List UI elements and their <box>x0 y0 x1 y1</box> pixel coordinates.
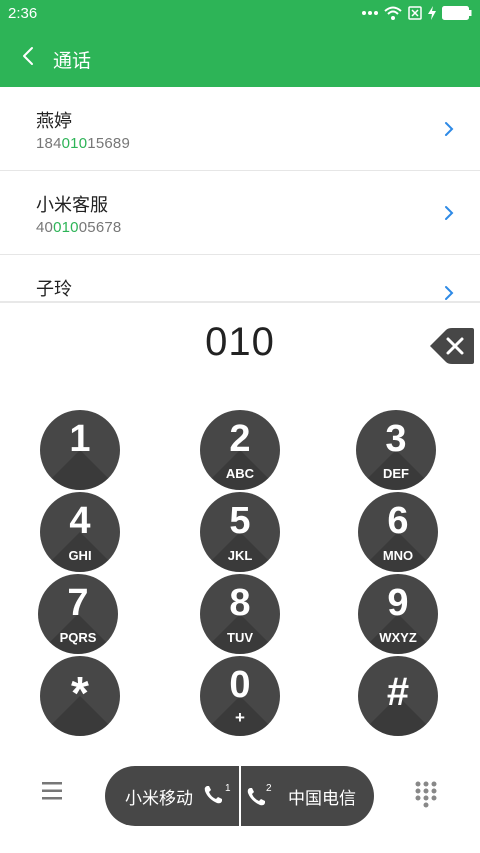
dialpad-icon <box>414 781 438 814</box>
key-digit: # <box>386 670 410 714</box>
key-digit: 8 <box>229 582 251 624</box>
contact-suggestion-list: 燕婷 18401015689 小米客服 4001005678 子玲 <box>0 87 480 301</box>
key-letters: MNO <box>382 548 414 563</box>
bottom-bar: 小米移动 1 2 中国电信 <box>0 760 480 832</box>
more-dots-icon <box>362 10 378 16</box>
key-star[interactable]: * <box>40 656 120 736</box>
key-8[interactable]: 8 TUV <box>200 574 280 654</box>
dialpad-toggle-button[interactable] <box>414 780 442 812</box>
key-letters: WXYZ <box>379 630 417 645</box>
key-letters: TUV <box>227 630 253 645</box>
contact-number: 4001005678 <box>36 219 121 236</box>
dialed-number-field[interactable]: 010 <box>0 320 480 365</box>
key-digit: 2 <box>229 418 251 460</box>
phone-sim1-icon: 1 <box>203 783 233 807</box>
call-sim1-button[interactable]: 小米移动 1 <box>105 766 239 826</box>
key-2[interactable]: 2 ABC <box>200 410 280 490</box>
chevron-right-icon[interactable] <box>444 205 454 226</box>
sim-call-selector: 小米移动 1 2 中国电信 <box>105 766 374 826</box>
contact-name: 子玲 <box>36 279 72 300</box>
contact-name: 燕婷 <box>36 111 72 132</box>
sim1-label: 小米移动 <box>125 788 193 809</box>
backspace-button[interactable] <box>428 327 476 365</box>
sim1-number: 1 <box>225 783 231 794</box>
key-digit: 7 <box>67 582 89 624</box>
key-letters: ABC <box>225 466 255 481</box>
chevron-right-icon[interactable] <box>444 121 454 142</box>
app-bar: 通话 <box>0 30 480 87</box>
key-digit: 3 <box>385 418 407 460</box>
back-arrow-icon <box>21 46 35 71</box>
key-digit: 1 <box>69 418 91 460</box>
key-letters: JKL <box>227 548 253 563</box>
contact-number: 18401015689 <box>36 135 130 152</box>
call-sim2-button[interactable]: 2 中国电信 <box>240 766 374 826</box>
number-prefix: 184 <box>36 135 62 152</box>
key-letters: GHI <box>68 548 92 563</box>
chevron-right-icon[interactable] <box>444 285 454 301</box>
key-digit: 4 <box>69 500 91 542</box>
key-letters: DEF <box>383 466 409 481</box>
contact-name: 小米客服 <box>36 195 108 216</box>
phone-sim2-icon: 2 <box>246 783 276 807</box>
key-digit: * <box>71 667 89 719</box>
status-icons <box>362 6 472 20</box>
menu-button[interactable] <box>40 780 68 808</box>
key-digit: 0 <box>229 664 251 706</box>
number-match: 010 <box>53 219 79 236</box>
status-bar: 2:36 <box>0 0 480 30</box>
backspace-icon <box>428 328 476 369</box>
number-prefix: 40 <box>36 219 54 236</box>
page-title: 通话 <box>53 50 92 72</box>
number-match: 010 <box>61 135 88 152</box>
status-time: 2:36 <box>8 5 38 22</box>
key-7[interactable]: 7 PQRS <box>38 574 118 654</box>
back-button[interactable] <box>12 42 44 74</box>
key-1[interactable]: 1 <box>40 410 120 490</box>
key-digit: 5 <box>229 500 251 542</box>
key-5[interactable]: 5 JKL <box>200 492 280 572</box>
contact-item[interactable]: 子玲 <box>0 255 480 301</box>
key-6[interactable]: 6 MNO <box>358 492 438 572</box>
sim2-label: 中国电信 <box>288 788 356 809</box>
key-hash[interactable]: # <box>358 656 438 736</box>
menu-icon <box>40 782 64 806</box>
divider <box>0 301 480 303</box>
sim2-number: 2 <box>266 783 272 794</box>
key-9[interactable]: 9 WXYZ <box>358 574 438 654</box>
battery-icon <box>442 6 472 20</box>
key-digit: 6 <box>387 500 409 542</box>
contact-item[interactable]: 燕婷 18401015689 <box>0 87 480 171</box>
key-4[interactable]: 4 GHI <box>40 492 120 572</box>
number-suffix: 05678 <box>78 219 122 236</box>
charging-icon <box>428 6 436 20</box>
key-0[interactable]: 0 + <box>200 656 280 736</box>
contact-item[interactable]: 小米客服 4001005678 <box>0 171 480 255</box>
key-letters: PQRS <box>59 630 97 645</box>
key-digit: 9 <box>387 582 409 624</box>
key-letters: + <box>235 708 245 727</box>
key-3[interactable]: 3 DEF <box>356 410 436 490</box>
number-suffix: 15689 <box>87 135 130 152</box>
no-sim-icon <box>408 6 422 20</box>
wifi-icon <box>384 6 402 20</box>
